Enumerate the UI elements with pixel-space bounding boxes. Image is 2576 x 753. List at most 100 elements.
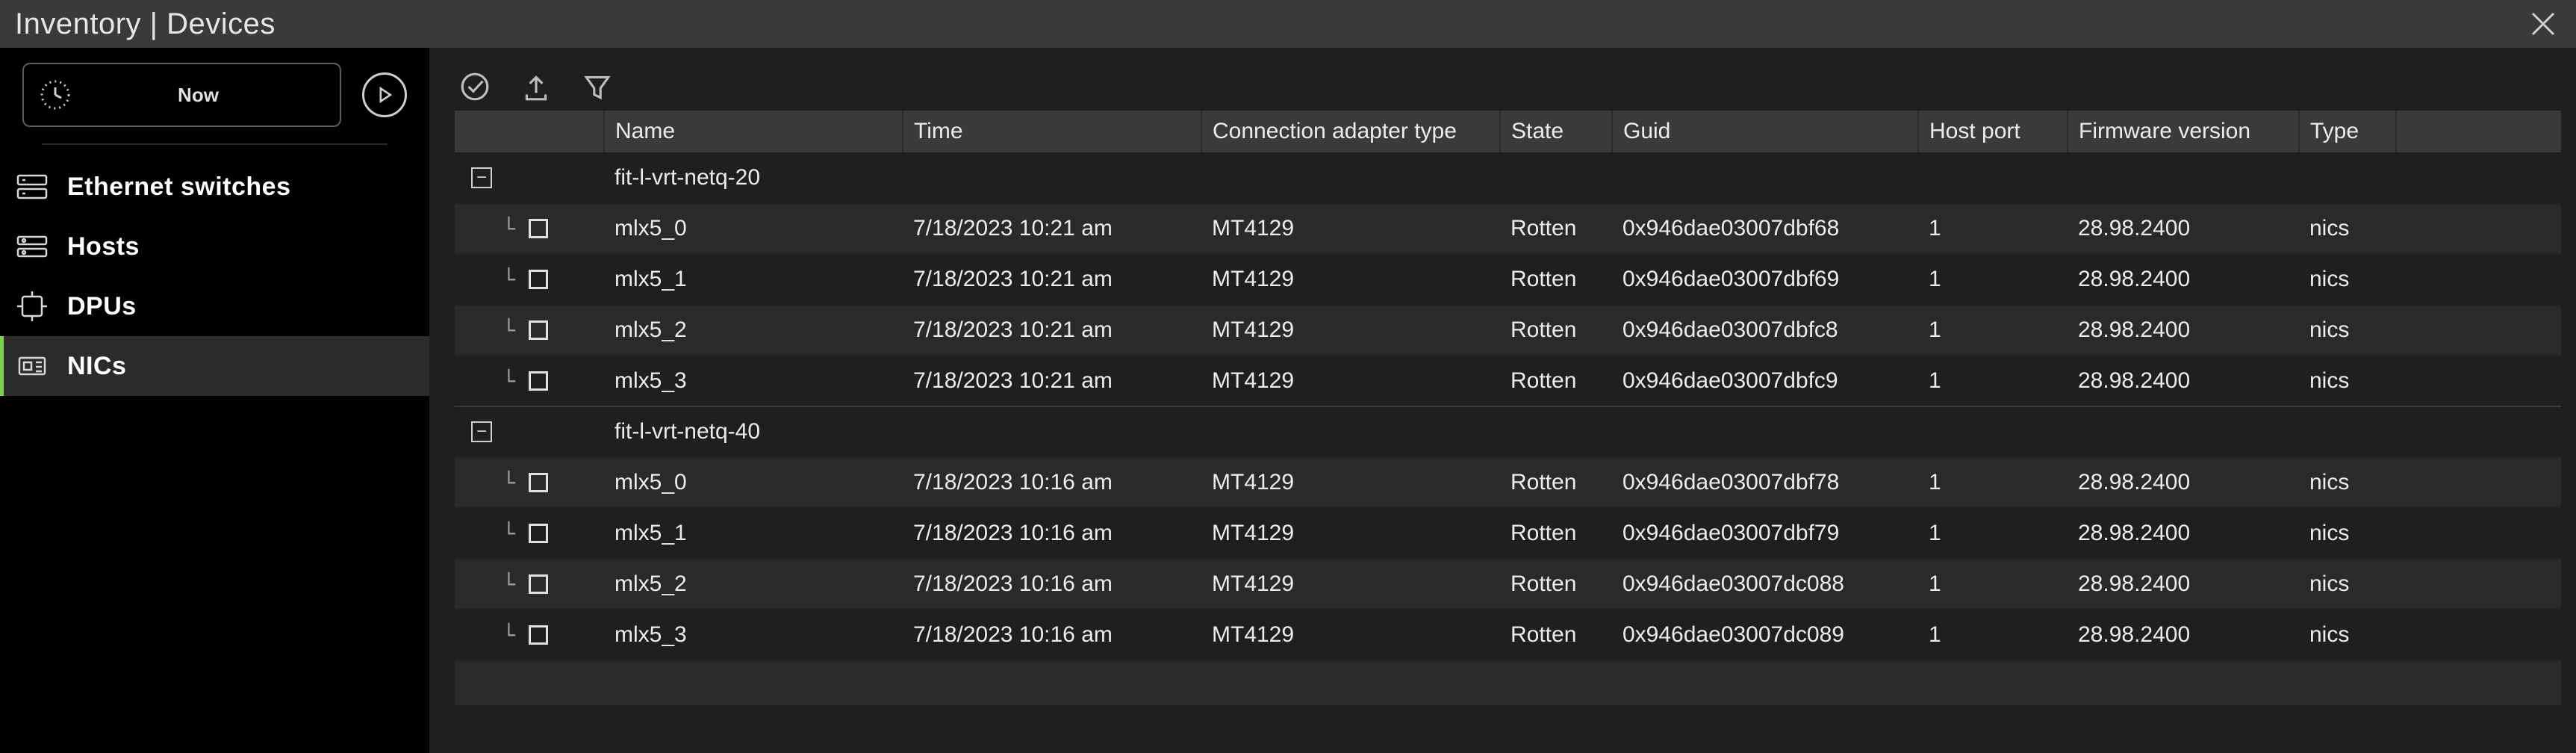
play-button[interactable] [362,72,407,117]
col-expand[interactable] [455,111,604,152]
cell-name: mlx5_2 [604,305,903,356]
cell-fw: 28.98.2400 [2068,305,2299,356]
cell-name: mlx5_0 [604,457,903,508]
group-name: fit-l-vrt-netq-20 [604,152,903,203]
row-checkbox[interactable] [529,473,548,492]
cell-time: 7/18/2023 10:21 am [903,203,1201,254]
devices-table: Name Time Connection adapter type State … [455,111,2561,705]
cell-state: Rotten [1500,203,1612,254]
tree-branch-icon: └ [503,369,515,394]
cell-guid: 0x946dae03007dbf79 [1612,508,1918,559]
hosts-icon [15,229,49,264]
table-row[interactable]: └ mlx5_3 7/18/2023 10:21 am MT4129 Rotte… [455,356,2561,406]
table-row[interactable]: └ mlx5_0 7/18/2023 10:16 am MT4129 Rotte… [455,457,2561,508]
cell-hport: 1 [1918,356,2068,406]
col-hport[interactable]: Host port [1918,111,2068,152]
cell-name: mlx5_3 [604,356,903,406]
cell-type: nics [2299,457,2396,508]
sidebar-item-nics[interactable]: NICs [0,336,429,396]
row-checkbox[interactable] [529,524,548,543]
tree-branch-icon: └ [503,471,515,495]
cell-conn: MT4129 [1201,203,1500,254]
table-row[interactable]: └ mlx5_2 7/18/2023 10:16 am MT4129 Rotte… [455,559,2561,610]
cell-name: mlx5_3 [604,610,903,660]
close-button[interactable] [2525,6,2561,42]
sidebar-item-label: DPUs [67,292,137,321]
table-row[interactable]: └ mlx5_2 7/18/2023 10:21 am MT4129 Rotte… [455,305,2561,356]
sidebar-item-hosts[interactable]: Hosts [0,217,429,276]
cell-state: Rotten [1500,356,1612,406]
col-guid[interactable]: Guid [1612,111,1918,152]
cell-fw: 28.98.2400 [2068,559,2299,610]
table-row[interactable]: └ mlx5_1 7/18/2023 10:16 am MT4129 Rotte… [455,508,2561,559]
row-checkbox[interactable] [529,371,548,391]
cell-conn: MT4129 [1201,610,1500,660]
sidebar: Now Ethernet switches Hosts [0,48,429,753]
cell-name: mlx5_0 [604,203,903,254]
export-button[interactable] [520,71,552,102]
cell-hport: 1 [1918,610,2068,660]
cell-hport: 1 [1918,254,2068,305]
col-spare [2396,111,2561,152]
cell-name: mlx5_2 [604,559,903,610]
switch-icon [15,170,49,204]
row-checkbox[interactable] [529,574,548,594]
dpu-icon [15,289,49,323]
devices-table-wrap[interactable]: Name Time Connection adapter type State … [455,111,2561,738]
cell-conn: MT4129 [1201,457,1500,508]
tree-branch-icon: └ [503,318,515,343]
row-checkbox[interactable] [529,270,548,289]
sidebar-item-dpus[interactable]: DPUs [0,276,429,336]
table-group-row[interactable]: − fit-l-vrt-netq-40 [455,406,2561,457]
sidebar-item-ethernet-switches[interactable]: Ethernet switches [0,157,429,217]
cell-guid: 0x946dae03007dbf78 [1612,457,1918,508]
cell-name: mlx5_1 [604,508,903,559]
table-row[interactable]: └ mlx5_1 7/18/2023 10:21 am MT4129 Rotte… [455,254,2561,305]
filter-button[interactable] [582,71,613,102]
col-fw[interactable]: Firmware version [2068,111,2299,152]
cell-hport: 1 [1918,508,2068,559]
cell-type: nics [2299,254,2396,305]
cell-type: nics [2299,559,2396,610]
col-state[interactable]: State [1500,111,1612,152]
cell-hport: 1 [1918,457,2068,508]
titlebar: Inventory | Devices [0,0,2576,48]
cell-hport: 1 [1918,203,2068,254]
time-selector[interactable]: Now [22,63,341,127]
cell-type: nics [2299,305,2396,356]
col-name[interactable]: Name [604,111,903,152]
row-checkbox[interactable] [529,625,548,645]
row-checkbox[interactable] [529,320,548,340]
cell-conn: MT4129 [1201,305,1500,356]
cell-fw: 28.98.2400 [2068,356,2299,406]
col-conn[interactable]: Connection adapter type [1201,111,1500,152]
approve-button[interactable] [459,71,491,102]
page-title: Inventory | Devices [15,7,276,41]
cell-time: 7/18/2023 10:16 am [903,559,1201,610]
cell-guid: 0x946dae03007dbfc8 [1612,305,1918,356]
collapse-icon[interactable]: − [471,167,492,188]
table-row[interactable]: └ mlx5_3 7/18/2023 10:16 am MT4129 Rotte… [455,610,2561,660]
col-time[interactable]: Time [903,111,1201,152]
cell-fw: 28.98.2400 [2068,508,2299,559]
cell-state: Rotten [1500,508,1612,559]
cell-type: nics [2299,508,2396,559]
table-row[interactable]: └ mlx5_0 7/18/2023 10:21 am MT4129 Rotte… [455,203,2561,254]
cell-conn: MT4129 [1201,508,1500,559]
tree-branch-icon: └ [503,623,515,648]
col-type[interactable]: Type [2299,111,2396,152]
tree-branch-icon: └ [503,217,515,241]
table-group-row[interactable]: − fit-l-vrt-netq-20 [455,152,2561,203]
content-toolbar [455,63,2561,111]
cell-time: 7/18/2023 10:16 am [903,508,1201,559]
row-checkbox[interactable] [529,219,548,238]
collapse-icon[interactable]: − [471,421,492,442]
tree-branch-icon: └ [503,572,515,597]
cell-name: mlx5_1 [604,254,903,305]
time-selector-row: Now [0,63,429,143]
cell-guid: 0x946dae03007dbfc9 [1612,356,1918,406]
cell-type: nics [2299,610,2396,660]
sidebar-item-label: NICs [67,352,126,381]
cell-fw: 28.98.2400 [2068,610,2299,660]
tree-branch-icon: └ [503,267,515,292]
